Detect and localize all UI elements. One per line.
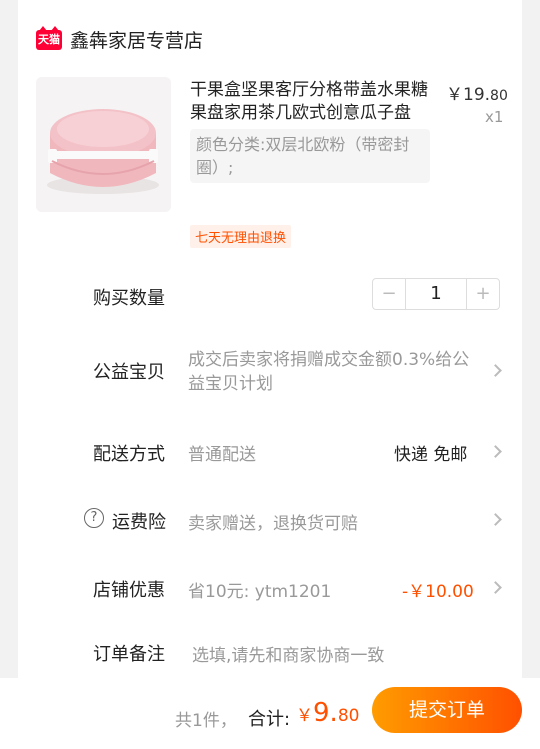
chevron-right-icon: [489, 445, 502, 458]
remark-input[interactable]: 选填,请先和商家协商一致: [192, 641, 384, 666]
order-card: 天猫 鑫犇家居专营店 干果盒坚果客厅分格带盖水果糖果盘家用茶几欧式创意瓜子盘 ￥…: [18, 0, 522, 690]
decrease-button[interactable]: −: [373, 279, 405, 309]
total-label: 合计:: [248, 709, 291, 730]
quantity-input[interactable]: 1: [405, 279, 467, 309]
increase-button[interactable]: +: [467, 279, 499, 309]
delivery-value: 普通配送: [188, 445, 256, 465]
return-policy-tag: 七天无理由退换: [190, 225, 292, 248]
insurance-row[interactable]: ? 运费险 卖家赠送，退换货可赔: [18, 505, 522, 535]
insurance-label: 运费险: [112, 512, 166, 533]
delivery-label: 配送方式: [93, 444, 165, 465]
snack-box-icon: [36, 77, 171, 212]
product-quantity-mark: x1: [485, 108, 504, 126]
delivery-row[interactable]: 配送方式 普通配送 快递 免邮: [18, 437, 522, 467]
checkout-bar: 共1件， 合计: ￥9.80 提交订单: [0, 678, 540, 749]
discount-row[interactable]: 店铺优惠 省10元: ytm1201 -￥10.00: [18, 573, 522, 603]
product-title[interactable]: 干果盒坚果客厅分格带盖水果糖果盘家用茶几欧式创意瓜子盘: [190, 79, 435, 125]
remark-label: 订单备注: [93, 644, 165, 665]
total-amount: ￥9.80: [296, 698, 359, 728]
quantity-label: 购买数量: [93, 288, 165, 309]
product-image[interactable]: [36, 77, 171, 212]
discount-code: 省10元: ytm1201: [188, 582, 332, 602]
charity-text: 成交后卖家将捐赠成交金额0.3%给公益宝贝计划: [188, 350, 470, 394]
product-price: ￥19.80: [446, 80, 508, 105]
store-name[interactable]: 鑫犇家居专营店: [70, 26, 203, 53]
chevron-right-icon: [489, 513, 502, 526]
sku-selection[interactable]: 颜色分类:双层北欧粉（带密封圈）;: [190, 129, 430, 183]
remark-row: 订单备注 选填,请先和商家协商一致: [18, 638, 522, 668]
help-icon[interactable]: ?: [84, 508, 104, 528]
charity-label: 公益宝贝: [93, 362, 165, 383]
submit-order-button[interactable]: 提交订单: [372, 687, 522, 733]
insurance-value: 卖家赠送，退换货可赔: [188, 514, 358, 534]
store-header[interactable]: 天猫 鑫犇家居专营店: [36, 25, 203, 53]
quantity-stepper[interactable]: − 1 +: [372, 278, 500, 310]
price-integer: ￥19.: [446, 85, 491, 105]
chevron-right-icon: [489, 581, 502, 594]
chevron-right-icon: [489, 364, 502, 377]
charity-row[interactable]: 公益宝贝 成交后卖家将捐赠成交金额0.3%给公益宝贝计划: [18, 348, 522, 398]
tmall-logo: 天猫: [36, 25, 62, 50]
discount-amount: -￥10.00: [402, 582, 474, 602]
delivery-fee: 快递 免邮: [394, 445, 468, 465]
discount-label: 店铺优惠: [93, 580, 165, 601]
item-count: 共1件，: [175, 711, 237, 731]
total-decimal: 80: [337, 706, 360, 726]
total-integer: 9.: [313, 698, 338, 728]
price-decimal: 80: [490, 88, 508, 104]
currency-symbol: ￥: [296, 706, 313, 726]
